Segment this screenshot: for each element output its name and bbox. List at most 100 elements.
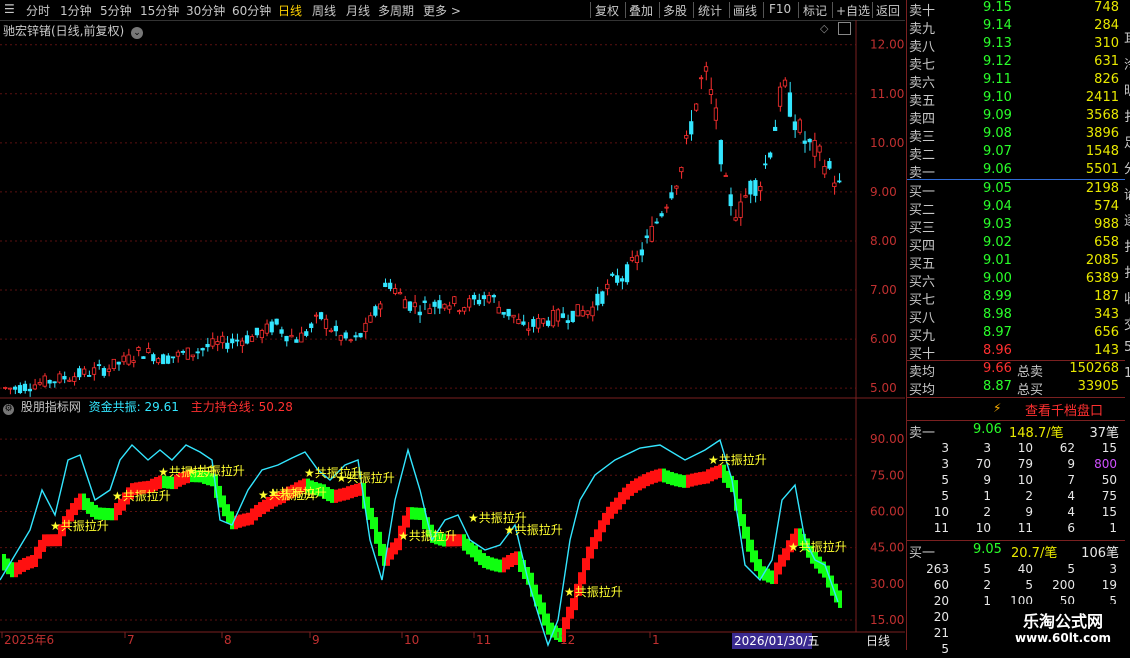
- draw-line-button[interactable]: 画线: [733, 2, 757, 19]
- candle-body: [235, 339, 240, 342]
- indicator-axis: 90.00 75.00 60.00 45.00 30.00 15.00: [870, 432, 904, 627]
- resonance-signal-label: ★共振拉升: [788, 539, 847, 554]
- side-panel-char: 1: [1124, 366, 1130, 381]
- candle-body: [694, 103, 699, 111]
- indicator-bar: [670, 471, 674, 486]
- ask-level-row[interactable]: 卖十 9.15 748: [907, 0, 1125, 19]
- bid-level-row[interactable]: 买二 9.04 574: [907, 199, 1125, 218]
- ask-level-row[interactable]: 卖七 9.12 631: [907, 54, 1125, 73]
- bid-level-volume: 988: [1094, 217, 1119, 232]
- candle-body: [91, 367, 97, 375]
- ask-level-label: 卖五: [909, 94, 936, 109]
- bid-level-row[interactable]: 买七 8.99 187: [907, 289, 1125, 308]
- diamond-icon[interactable]: ◇: [820, 22, 828, 35]
- candle-body: [723, 175, 728, 177]
- period-30min[interactable]: 30分钟: [186, 2, 225, 19]
- ask-level-row[interactable]: 卖五 9.10 2411: [907, 90, 1125, 109]
- bid-level-row[interactable]: 买四 9.02 658: [907, 235, 1125, 254]
- candle-body: [541, 318, 546, 324]
- ask-level-row[interactable]: 卖六 9.11 826: [907, 72, 1125, 91]
- side-panel-char: 交: [1124, 314, 1130, 333]
- kline-chart-area[interactable]: 12.00 11.00 10.00 9.00 8.00 7.00 6.00 5.00 90.0…: [0, 20, 905, 650]
- f10-button[interactable]: F10: [769, 2, 791, 16]
- period-multi[interactable]: 多周期: [378, 2, 414, 19]
- period-60min[interactable]: 60分钟: [232, 2, 271, 19]
- indicator-gear-icon[interactable]: ⚙: [3, 404, 14, 415]
- period-weekly[interactable]: 周线: [312, 2, 336, 19]
- add-watchlist-button[interactable]: +自选: [836, 2, 870, 19]
- bid-level-row[interactable]: 买五 9.01 2085: [907, 253, 1125, 272]
- candle-body: [22, 383, 28, 391]
- ask-queue-cell: 79: [1017, 457, 1033, 471]
- bid-average-row: 买均 8.87 总买 33905: [909, 379, 1119, 398]
- candle-body: [827, 161, 832, 169]
- indicator-bar: [374, 517, 378, 544]
- candle-body: [743, 195, 748, 198]
- indicator-bar: [678, 474, 682, 488]
- bid-level-volume: 2085: [1085, 253, 1119, 268]
- candle-body: [225, 342, 230, 349]
- ask-level-label: 卖七: [909, 58, 936, 73]
- ask-queue-row: 10 2 9 4 15: [907, 505, 1125, 521]
- ask1-detail-row: 卖一 9.06 148.7/笔 37笔: [909, 422, 1119, 441]
- bid-level-row[interactable]: 买九 8.97 656: [907, 325, 1125, 344]
- indicator-tick-label: 60.00: [870, 504, 904, 518]
- price-tick-label: 12.00: [870, 38, 904, 52]
- ask-level-row[interactable]: 卖九 9.14 284: [907, 18, 1125, 37]
- candle-body: [437, 300, 442, 309]
- back-button[interactable]: 返回: [876, 2, 900, 19]
- candle-body: [37, 382, 42, 385]
- candle-body: [496, 306, 501, 314]
- period-5min[interactable]: 5分钟: [100, 2, 132, 19]
- ask-level-row[interactable]: 卖一 9.06 5501: [907, 162, 1125, 181]
- bid-queue-cell: 5: [1067, 562, 1075, 576]
- period-1min[interactable]: 1分钟: [60, 2, 92, 19]
- bid-queue-row: 60 2 5 200 19: [907, 578, 1125, 594]
- restore-rights-button[interactable]: 复权: [595, 2, 619, 19]
- candle-body: [412, 302, 417, 308]
- resonance-signal-label: ★共振拉升: [186, 463, 245, 478]
- period-daily[interactable]: 日线: [278, 2, 302, 19]
- period-15min[interactable]: 15分钟: [140, 2, 179, 19]
- candle-body: [506, 308, 511, 317]
- view-1000-level-button[interactable]: ⚡ 查看千档盘口: [907, 399, 1125, 419]
- ask-level-volume: 2411: [1085, 90, 1119, 105]
- ask-level-row[interactable]: 卖二 9.07 1548: [907, 144, 1125, 163]
- ask-queue-cell: 10: [933, 505, 949, 519]
- period-more[interactable]: 更多 >: [423, 2, 461, 19]
- bid-level-row[interactable]: 买一 9.05 2198: [907, 181, 1125, 200]
- candle-body: [728, 194, 733, 207]
- candle-body: [610, 273, 615, 276]
- overlay-button[interactable]: 叠加: [629, 2, 653, 19]
- ask-level-row[interactable]: 卖三 9.08 3896: [907, 126, 1125, 145]
- indicator-bar: [502, 557, 506, 573]
- period-monthly[interactable]: 月线: [346, 2, 370, 19]
- ask-level-price: 9.07: [983, 144, 1012, 159]
- bid-level-row[interactable]: 买三 9.03 988: [907, 217, 1125, 236]
- ask-level-row[interactable]: 卖四 9.09 3568: [907, 108, 1125, 127]
- bid-level-row[interactable]: 买十 8.96 143: [907, 343, 1125, 362]
- bid-level-row[interactable]: 买六 9.00 6389: [907, 271, 1125, 290]
- indicator-bar: [474, 545, 478, 562]
- statistics-button[interactable]: 统计: [698, 2, 722, 19]
- indicator-bar: [626, 483, 630, 500]
- ask-level-row[interactable]: 卖八 9.13 310: [907, 36, 1125, 55]
- period-minute[interactable]: 分时: [26, 2, 50, 19]
- ask-level-volume: 826: [1094, 72, 1119, 87]
- ask-level-volume: 3568: [1085, 108, 1119, 123]
- candle-body: [501, 312, 506, 315]
- candle-body: [674, 185, 679, 189]
- candle-body: [531, 319, 536, 327]
- bid-level-row[interactable]: 买八 8.98 343: [907, 307, 1125, 326]
- mark-button[interactable]: 标记: [803, 2, 827, 19]
- bid-queue-cell: 60: [933, 578, 949, 592]
- indicator-bar: [546, 613, 550, 635]
- indicator-tick-label: 75.00: [870, 468, 904, 482]
- maximize-icon[interactable]: [838, 22, 851, 35]
- menu-icon[interactable]: ☰: [4, 2, 15, 16]
- chevron-down-icon[interactable]: ⌄: [131, 27, 144, 39]
- indicator-title: ⚙ 股朋指标网 资金共振: 29.61 主力持仓线: 50.28: [3, 398, 293, 415]
- multi-stock-button[interactable]: 多股: [663, 2, 687, 19]
- candle-body: [526, 328, 531, 331]
- candle-body: [185, 347, 190, 360]
